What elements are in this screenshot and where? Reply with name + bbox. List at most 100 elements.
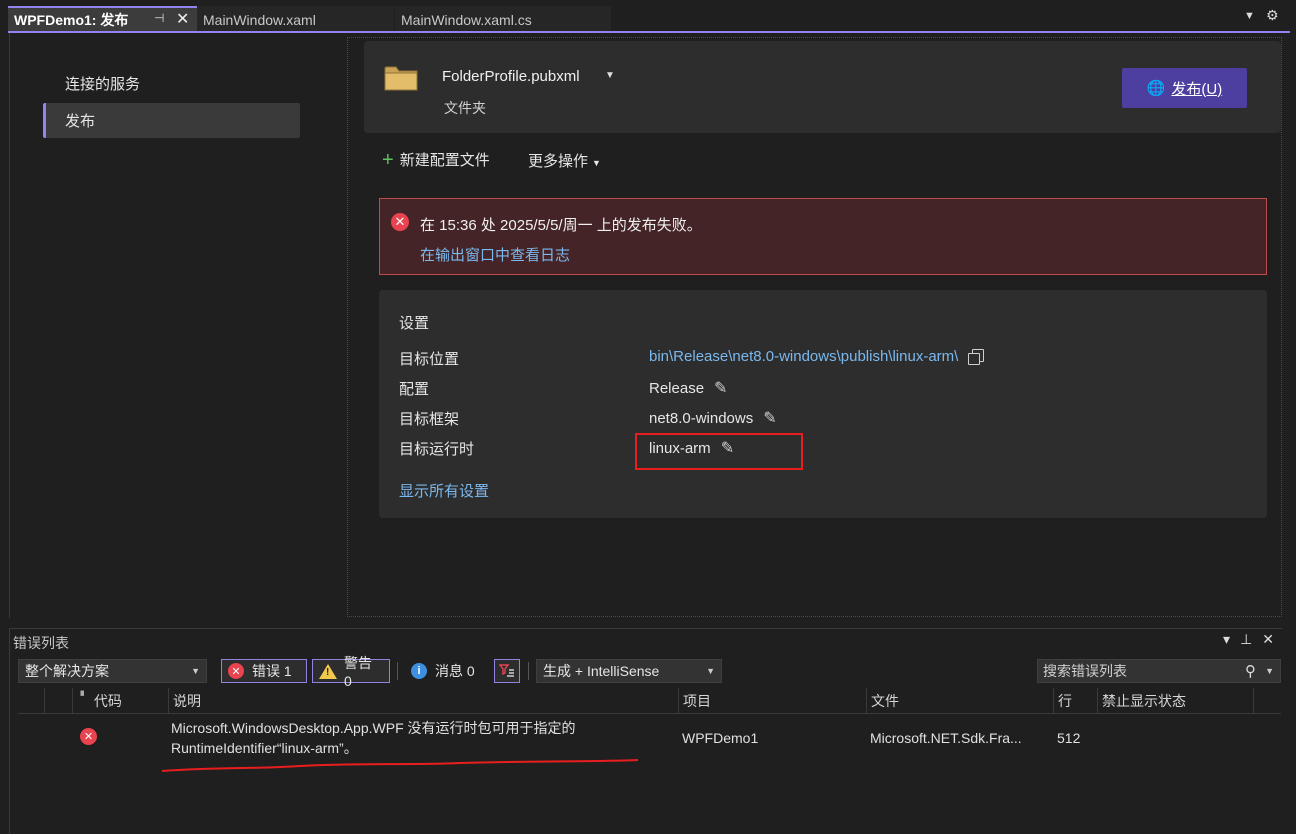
profile-type: 文件夹 bbox=[444, 100, 486, 116]
new-profile-label: 新建配置文件 bbox=[399, 152, 490, 169]
folder-icon bbox=[384, 66, 418, 91]
nav-item-label: 连接的服务 bbox=[65, 76, 141, 93]
profile-card: FolderProfile.pubxml ▼ 文件夹 🌐 发布(U) bbox=[364, 41, 1281, 133]
scope-dropdown[interactable]: 整个解决方案 ▼ bbox=[18, 659, 207, 683]
row-line: 512 bbox=[1057, 730, 1081, 746]
view-log-link[interactable]: 在输出窗口中查看日志 bbox=[420, 244, 570, 265]
column-header-label: 文件 bbox=[871, 693, 899, 709]
column-header-file[interactable]: 文件 bbox=[866, 688, 1053, 714]
errors-filter-button[interactable]: ✕ 错误 1 bbox=[221, 659, 307, 683]
target-framework-value: net8.0-windows bbox=[649, 409, 754, 427]
error-list-panel: 错误列表 ▾ ⊥ ✕ 整个解决方案 ▼ ✕ 错误 1 ! 警告 0 i 消息 0… bbox=[9, 628, 1282, 834]
tab-wpfdemo1-publish[interactable]: WPFDemo1: 发布 ⊣ ✕ bbox=[8, 6, 197, 31]
copy-icon[interactable] bbox=[968, 348, 985, 365]
tab-label: MainWindow.xaml.cs bbox=[401, 11, 532, 28]
new-profile-link[interactable]: + 新建配置文件 bbox=[382, 149, 490, 170]
tab-mainwindow-xaml[interactable]: MainWindow.xaml bbox=[197, 6, 394, 31]
build-source-value: 生成 + IntelliSense bbox=[543, 663, 660, 679]
gear-icon[interactable]: ⚙ bbox=[1266, 7, 1279, 24]
row-file: Microsoft.NET.Sdk.Fra... bbox=[870, 730, 1022, 746]
warnings-filter-button[interactable]: ! 警告 0 bbox=[312, 655, 390, 689]
column-header-blank[interactable] bbox=[18, 688, 44, 714]
nav-item-publish[interactable]: 发布 bbox=[43, 103, 300, 138]
publish-button[interactable]: 🌐 发布(U) bbox=[1122, 68, 1247, 108]
left-navigation: 连接的服务 发布 bbox=[10, 33, 347, 618]
annotation-underline bbox=[161, 759, 639, 772]
configuration-label: 配置 bbox=[399, 381, 430, 398]
error-grid-header: ▝ 代码 说明 项目 文件 行 禁止显示状态 bbox=[18, 688, 1281, 714]
nav-item-label: 发布 bbox=[65, 113, 96, 130]
info-icon: i bbox=[411, 663, 427, 679]
globe-icon: 🌐 bbox=[1146, 80, 1166, 97]
sort-indicator-icon: ▝ bbox=[77, 690, 84, 701]
row-project: WPFDemo1 bbox=[682, 730, 759, 746]
pin-icon[interactable]: ⊥ bbox=[1240, 631, 1252, 648]
column-header-code[interactable]: ▝ 代码 bbox=[72, 688, 168, 714]
target-framework-label: 目标框架 bbox=[399, 411, 460, 428]
plus-icon: + bbox=[382, 148, 394, 171]
tab-mainwindow-xaml-cs[interactable]: MainWindow.xaml.cs bbox=[395, 6, 611, 31]
chevron-down-icon: ▼ bbox=[592, 158, 601, 168]
annotation-highlight-box bbox=[635, 433, 803, 470]
settings-title: 设置 bbox=[399, 315, 430, 332]
column-header-label: 项目 bbox=[683, 693, 711, 709]
error-icon: ✕ bbox=[228, 663, 244, 679]
column-header-label: 禁止显示状态 bbox=[1102, 693, 1186, 709]
search-icon[interactable]: ⚲ bbox=[1245, 662, 1256, 680]
warning-icon: ! bbox=[319, 663, 337, 679]
more-actions-label: 更多操作 bbox=[528, 153, 589, 170]
document-tab-strip: WPFDemo1: 发布 ⊣ ✕ MainWindow.xaml MainWin… bbox=[0, 0, 1296, 33]
tab-label: MainWindow.xaml bbox=[203, 11, 316, 28]
search-error-list-input[interactable]: 搜索错误列表 ⚲ ▼ bbox=[1037, 659, 1281, 683]
settings-card: 设置 目标位置 bin\Release\net8.0-windows\publi… bbox=[379, 290, 1267, 518]
target-framework-row: net8.0-windows ✎ bbox=[649, 408, 777, 428]
column-header-blank bbox=[1253, 688, 1281, 714]
target-runtime-label: 目标运行时 bbox=[399, 441, 475, 458]
column-header-label: 行 bbox=[1058, 693, 1072, 709]
messages-filter-label: 消息 0 bbox=[435, 663, 475, 679]
target-location-link[interactable]: bin\Release\net8.0-windows\publish\linux… bbox=[649, 348, 958, 365]
toolbar-separator bbox=[528, 662, 529, 680]
build-source-dropdown[interactable]: 生成 + IntelliSense ▼ bbox=[536, 659, 722, 683]
profile-dropdown[interactable]: FolderProfile.pubxml bbox=[442, 68, 580, 85]
target-location-label: 目标位置 bbox=[399, 351, 460, 368]
column-header-blank[interactable] bbox=[44, 688, 72, 714]
scope-value: 整个解决方案 bbox=[25, 663, 109, 679]
chevron-down-icon: ▼ bbox=[706, 666, 715, 676]
target-location-row: bin\Release\net8.0-windows\publish\linux… bbox=[649, 348, 985, 365]
publish-button-label: 发布(U) bbox=[1171, 80, 1223, 98]
error-icon: ✕ bbox=[391, 213, 409, 231]
messages-filter-button[interactable]: i 消息 0 bbox=[404, 659, 482, 683]
panel-controls: ▾ ⊥ ✕ bbox=[1223, 631, 1274, 648]
column-header-label: 说明 bbox=[173, 693, 201, 709]
pin-icon[interactable]: ⊣ bbox=[154, 11, 164, 25]
pencil-icon[interactable]: ✎ bbox=[763, 408, 776, 428]
toolbar-separator bbox=[397, 662, 398, 680]
chevron-down-icon[interactable]: ▼ bbox=[1265, 666, 1274, 676]
filter-button[interactable] bbox=[494, 659, 520, 683]
tab-label: WPFDemo1: 发布 bbox=[14, 11, 129, 28]
close-icon[interactable]: ✕ bbox=[1262, 631, 1274, 648]
column-header-line[interactable]: 行 bbox=[1053, 688, 1097, 714]
close-icon[interactable]: ✕ bbox=[176, 9, 189, 29]
row-description: Microsoft.WindowsDesktop.App.WPF 没有运行时包可… bbox=[171, 720, 576, 756]
error-icon: ✕ bbox=[80, 728, 97, 745]
publish-page: 连接的服务 发布 FolderProfile.pubxml ▼ 文件夹 🌐 发布… bbox=[9, 33, 1282, 618]
more-actions-menu[interactable]: 更多操作 ▼ bbox=[528, 150, 601, 171]
errors-filter-label: 错误 1 bbox=[252, 663, 292, 679]
chevron-down-icon[interactable]: ▼ bbox=[605, 70, 615, 81]
configuration-row: Release ✎ bbox=[649, 378, 727, 398]
configuration-value: Release bbox=[649, 379, 705, 397]
error-message: 在 15:36 处 2025/5/5/周一 上的发布失败。 bbox=[420, 217, 702, 234]
column-header-suppression[interactable]: 禁止显示状态 bbox=[1097, 688, 1253, 714]
publish-error-banner: ✕ 在 15:36 处 2025/5/5/周一 上的发布失败。 在输出窗口中查看… bbox=[379, 198, 1267, 275]
tab-list-dropdown-icon[interactable]: ▼ bbox=[1244, 10, 1255, 22]
chevron-down-icon[interactable]: ▾ bbox=[1223, 631, 1230, 648]
show-all-settings-link[interactable]: 显示所有设置 bbox=[399, 480, 489, 501]
filter-icon bbox=[499, 664, 514, 677]
column-header-project[interactable]: 项目 bbox=[678, 688, 866, 714]
column-header-label: 代码 bbox=[93, 693, 122, 709]
nav-item-connected-services[interactable]: 连接的服务 bbox=[43, 66, 300, 101]
pencil-icon[interactable]: ✎ bbox=[714, 378, 727, 398]
column-header-description[interactable]: 说明 bbox=[168, 688, 678, 714]
